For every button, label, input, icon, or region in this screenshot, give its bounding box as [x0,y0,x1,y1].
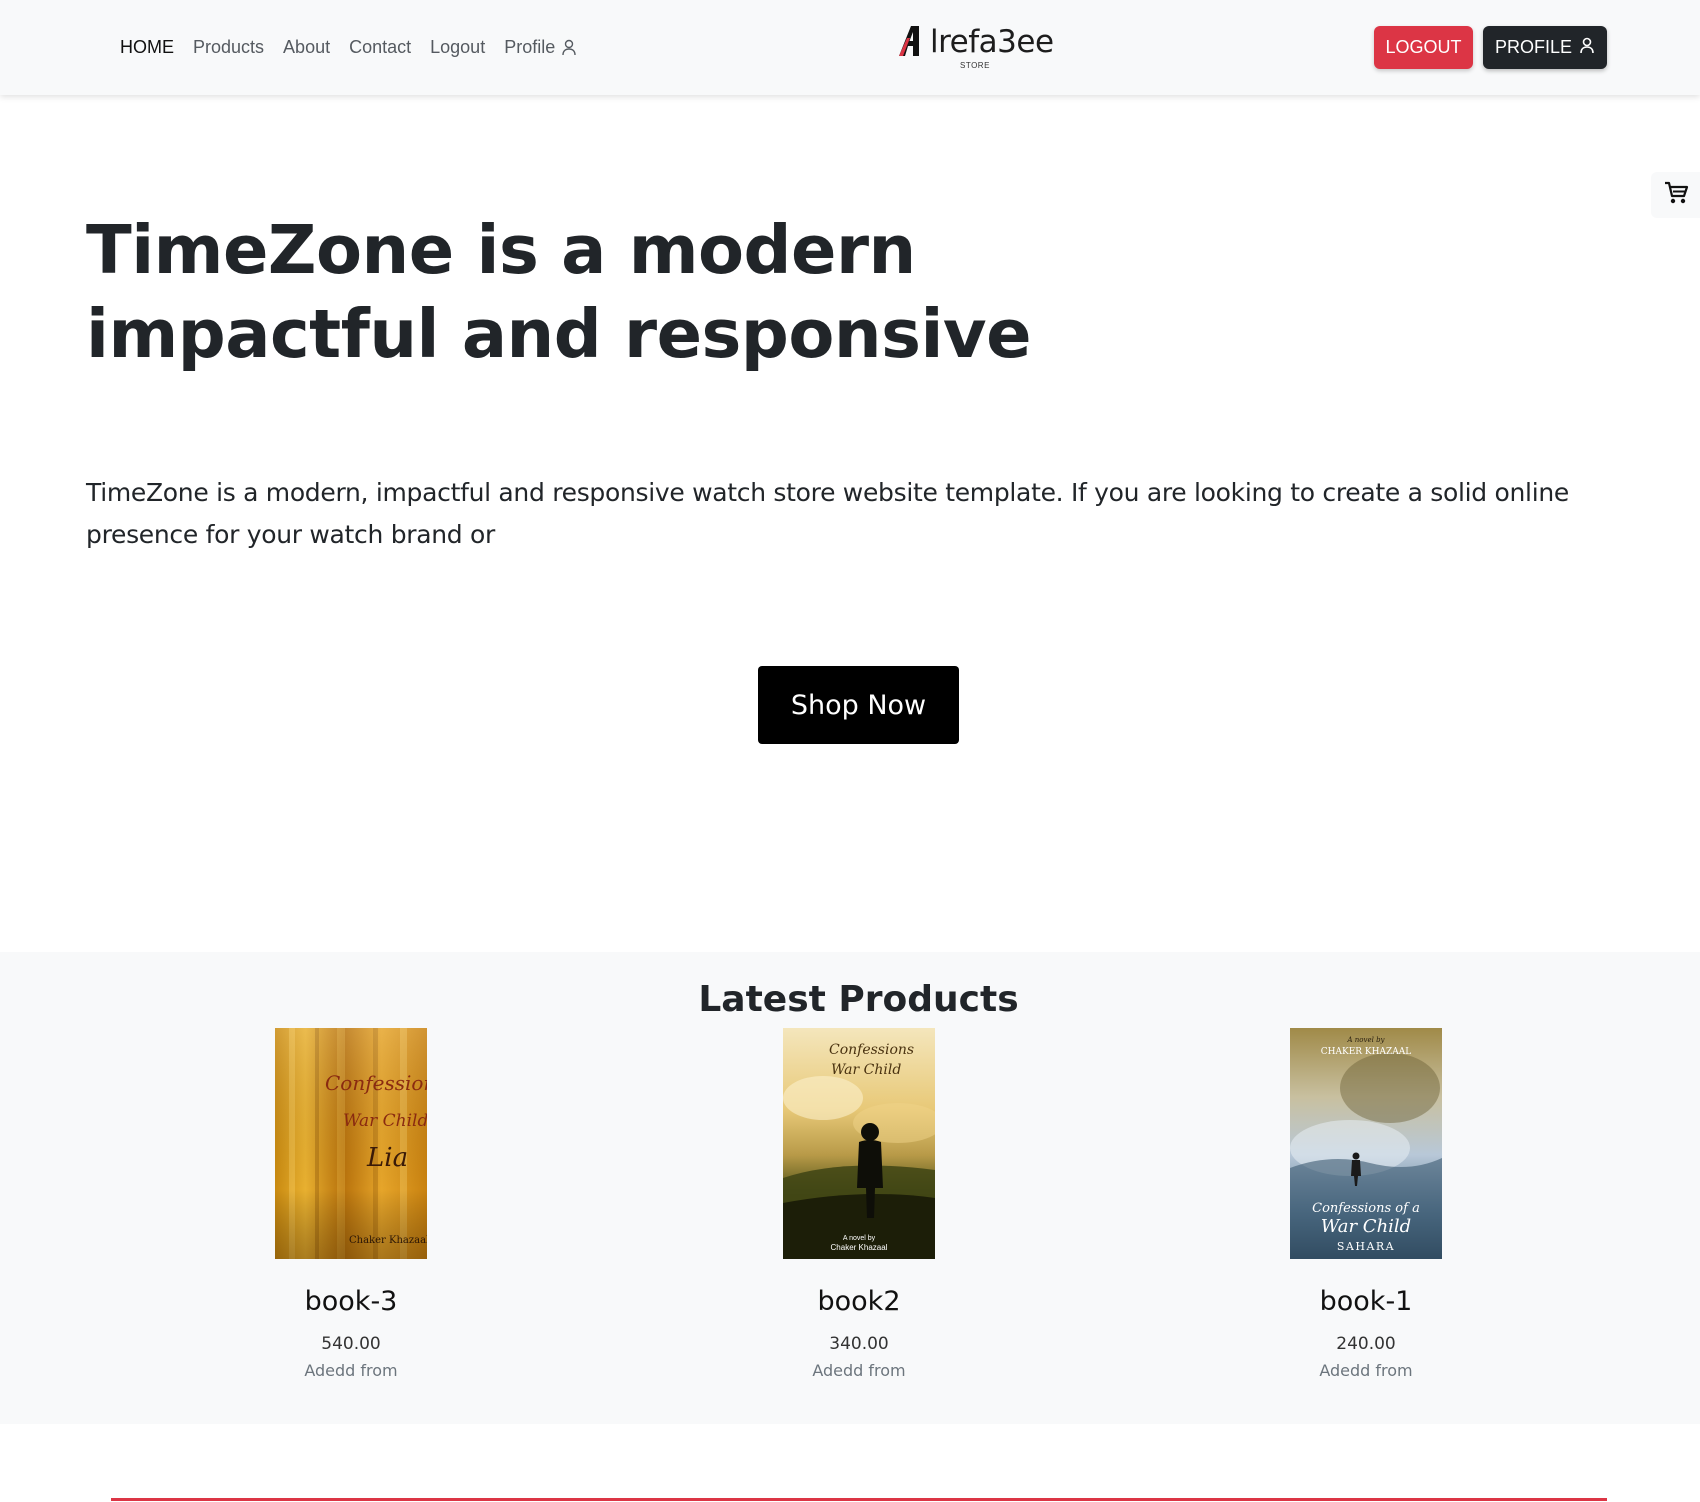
product-added-label: Adedd from [304,1361,398,1380]
cover-author-text: Chaker Khazaal [831,1243,888,1252]
nav-link-about[interactable]: About [283,35,330,59]
product-added-label: Adedd from [812,1361,906,1380]
cover-title-text: Lia [366,1143,408,1173]
cover-title-text: Confessions [325,1071,427,1095]
cover-title-text: War Child [831,1062,901,1078]
cover-author-text: CHAKER KHAZAAL [1321,1047,1411,1057]
user-icon [561,39,577,56]
shop-now-button[interactable]: Shop Now [758,666,959,744]
product-image[interactable]: Confessions War Child A novel by Chaker … [783,1028,935,1259]
hero-title: TimeZone is a modern impactful and respo… [86,211,1032,373]
nav-link-logout[interactable]: Logout [430,35,485,59]
nav-link-contact[interactable]: Contact [349,35,411,59]
product-card[interactable]: A novel by CHAKER KHAZAAL Confessions of… [1216,1028,1516,1382]
user-icon [1579,37,1595,59]
cart-icon [1663,180,1689,211]
nav-link-profile-label: Profile [504,37,556,57]
product-card[interactable]: Confessions War Child Lia Chaker Khazaal… [201,1028,501,1382]
brand-logo[interactable]: lrefa3ee STORE [898,22,1054,72]
cover-title-text: Confessions [829,1042,914,1058]
nav-link-profile[interactable]: Profile [504,35,577,59]
nav-links: HOME Products About Contact Logout Profi… [120,35,577,59]
profile-button[interactable]: PROFILE [1483,26,1607,69]
shop-now-label: Shop Now [790,689,927,721]
cover-title-text: War Child [1321,1216,1411,1237]
navbar: HOME Products About Contact Logout Profi… [0,0,1700,95]
hero-description: TimeZone is a modern, impactful and resp… [86,478,1569,549]
logo-mark [898,24,932,63]
product-price: 540.00 [321,1334,381,1354]
section-title: Latest Products [698,979,1019,1020]
cover-author-text: Chaker Khazaal [349,1235,427,1246]
nav-link-home[interactable]: HOME [120,35,174,59]
cover-title-text: Confessions of a [1312,1201,1420,1216]
logo-subtitle: STORE [960,61,990,70]
logout-button[interactable]: LOGOUT [1374,26,1473,69]
product-card[interactable]: Confessions War Child A novel by Chaker … [709,1028,1009,1382]
product-price: 240.00 [1336,1334,1396,1354]
logo-text: lrefa3ee [930,24,1054,60]
product-price: 340.00 [829,1334,889,1354]
product-name[interactable]: book-1 [1216,1282,1516,1322]
product-image[interactable]: Confessions War Child Lia Chaker Khazaal [275,1028,427,1259]
latest-products-section: Latest Products Confessio War Child Lia … [0,952,1700,1424]
footer-divider [111,1498,1607,1501]
profile-button-label: PROFILE [1494,37,1573,57]
logout-button-label: LOGOUT [1385,37,1462,57]
product-image[interactable]: A novel by CHAKER KHAZAAL Confessions of… [1290,1028,1442,1259]
cover-subtitle-text: SAHARA [1337,1240,1395,1253]
cover-author-text: A novel by [843,1235,876,1242]
cover-author-text: A novel by [1347,1036,1386,1044]
product-name[interactable]: book2 [709,1282,1009,1322]
product-added-label: Adedd from [1319,1361,1413,1380]
product-name[interactable]: book-3 [201,1282,501,1322]
cart-button[interactable] [1651,172,1700,218]
cover-title-text: War Child [343,1111,427,1131]
nav-link-products[interactable]: Products [193,35,264,59]
